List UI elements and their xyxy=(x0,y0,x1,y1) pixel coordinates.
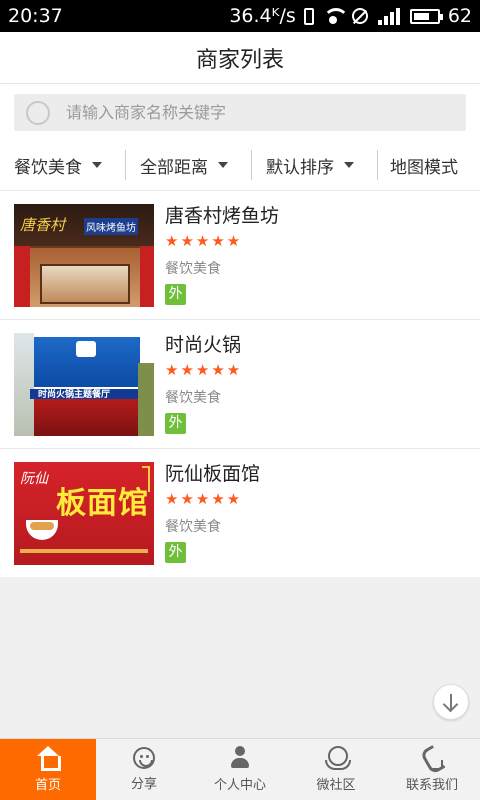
merchant-item[interactable]: 唐香村 风味烤鱼坊 唐香村烤鱼坊 ★★★★★ 餐饮美食 外 xyxy=(0,190,480,319)
page-header: 商家列表 xyxy=(0,32,480,84)
merchant-item[interactable]: 时尚火锅主题餐厅 时尚火锅 ★★★★★ 餐饮美食 外 xyxy=(0,319,480,448)
home-icon xyxy=(35,746,61,771)
battery-level: 62 xyxy=(447,5,472,27)
map-mode-label: 地图模式 xyxy=(390,157,458,178)
dropdown-arrow-icon xyxy=(218,162,228,168)
merchant-name: 唐香村烤鱼坊 xyxy=(165,204,280,227)
search-input[interactable] xyxy=(66,103,426,122)
tab-community[interactable]: 微社区 xyxy=(288,739,384,800)
tab-contact[interactable]: 联系我们 xyxy=(384,739,480,800)
signal-icon xyxy=(376,7,402,25)
filter-sort[interactable]: 默认排序 xyxy=(252,150,378,180)
tab-profile-label: 个人中心 xyxy=(213,778,266,793)
scroll-down-button[interactable] xyxy=(433,684,469,720)
map-mode-button[interactable]: 地图模式 xyxy=(378,150,480,180)
rating-stars-icon: ★★★★★ xyxy=(165,231,243,250)
filter-sort-label: 默认排序 xyxy=(266,157,334,178)
status-bar: 20:37 36.4ᴷ/s 62 xyxy=(0,0,480,32)
takeout-badge: 外 xyxy=(165,412,186,434)
status-time: 20:37 xyxy=(8,5,63,27)
wifi-icon xyxy=(322,8,349,24)
smiley-icon xyxy=(133,747,155,769)
takeout-badge: 外 xyxy=(165,541,186,563)
status-icons: 36.4ᴷ/s 62 xyxy=(229,5,472,27)
dropdown-arrow-icon xyxy=(92,162,102,168)
merchant-list: 唐香村 风味烤鱼坊 唐香村烤鱼坊 ★★★★★ 餐饮美食 外 时尚火锅主题餐厅 时尚… xyxy=(0,190,480,577)
rating-stars-icon: ★★★★★ xyxy=(165,489,243,508)
vibrate-icon xyxy=(303,7,314,25)
tab-profile[interactable]: 个人中心 xyxy=(192,739,288,800)
merchant-category: 餐饮美食 xyxy=(165,260,221,277)
merchant-image: 阮仙 板面馆 xyxy=(14,461,154,565)
search-section xyxy=(0,84,480,140)
rating-stars-icon: ★★★★★ xyxy=(165,360,243,379)
merchant-image-brand: 阮仙 xyxy=(20,470,48,487)
filter-distance-label: 全部距离 xyxy=(140,157,208,178)
do-not-disturb-icon xyxy=(351,8,368,24)
battery-icon xyxy=(409,8,443,24)
filter-category-label: 餐饮美食 xyxy=(14,157,82,178)
search-icon xyxy=(26,100,50,125)
filter-category[interactable]: 餐饮美食 xyxy=(0,150,126,180)
merchant-category: 餐饮美食 xyxy=(165,389,221,406)
tab-home-label: 首页 xyxy=(34,778,61,793)
community-icon xyxy=(323,746,351,770)
tab-community-label: 微社区 xyxy=(316,778,356,793)
tab-share[interactable]: 分享 xyxy=(96,739,192,800)
filter-distance[interactable]: 全部距离 xyxy=(126,150,252,180)
search-box[interactable] xyxy=(14,94,466,131)
merchant-image-sign: 时尚火锅主题餐厅 xyxy=(38,389,111,400)
merchant-image-sign: 风味烤鱼坊 xyxy=(84,217,138,235)
arrow-down-icon xyxy=(450,694,452,710)
merchant-name: 时尚火锅 xyxy=(165,333,242,356)
merchant-image: 唐香村 风味烤鱼坊 xyxy=(14,203,154,307)
merchant-image: 时尚火锅主题餐厅 xyxy=(14,332,154,436)
tab-share-label: 分享 xyxy=(130,777,157,792)
tab-home[interactable]: 首页 xyxy=(0,739,96,800)
merchant-image-brand: 唐香村 xyxy=(20,215,66,234)
dropdown-arrow-icon xyxy=(344,162,354,168)
takeout-badge: 外 xyxy=(165,283,186,305)
merchant-item[interactable]: 阮仙 板面馆 阮仙板面馆 ★★★★★ 餐饮美食 外 xyxy=(0,448,480,577)
phone-icon xyxy=(419,746,445,770)
tab-contact-label: 联系我们 xyxy=(405,778,458,793)
filter-bar: 餐饮美食 全部距离 默认排序 地图模式 xyxy=(0,140,480,190)
merchant-image-sign: 板面馆 xyxy=(56,485,149,521)
merchant-category: 餐饮美食 xyxy=(165,518,221,535)
network-speed: 36.4ᴷ/s xyxy=(229,5,296,27)
user-icon xyxy=(227,746,253,770)
bottom-tab-bar: 首页 分享 个人中心 微社区 联系我们 xyxy=(0,738,480,800)
merchant-name: 阮仙板面馆 xyxy=(165,462,261,485)
page-title: 商家列表 xyxy=(195,47,284,73)
